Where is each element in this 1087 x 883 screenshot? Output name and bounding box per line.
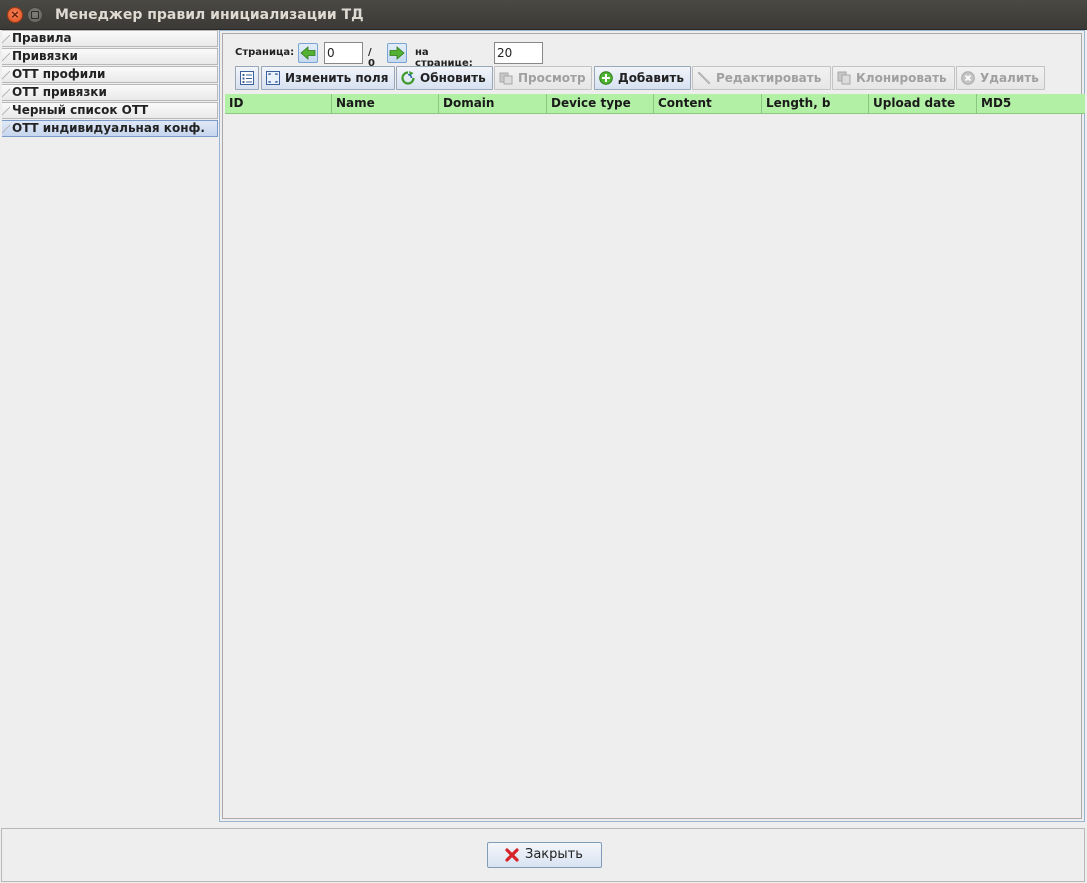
sidebar-item-label: ОТТ индивидуальная конф. [12, 121, 205, 135]
sidebar-item-label: ОТТ профили [12, 67, 106, 81]
next-page-button[interactable] [387, 43, 407, 63]
delete-button[interactable]: Удалить [956, 66, 1045, 90]
add-button[interactable]: Добавить [594, 66, 691, 90]
pencil-icon [697, 71, 711, 85]
column-header-content[interactable]: Content [654, 94, 762, 113]
sidebar: Правила Привязки ОТТ профили ОТТ привязк… [2, 30, 218, 823]
view-icon [499, 72, 513, 85]
table-header: ID Name Domain Device type Content Lengt… [225, 94, 1085, 114]
sidebar-item-label: Черный список ОТТ [12, 103, 149, 117]
page-label: Страница: [235, 47, 295, 58]
column-header-domain[interactable]: Domain [439, 94, 547, 113]
sidebar-item-ott-blacklist[interactable]: Черный список ОТТ [2, 102, 218, 119]
column-header-id[interactable]: ID [225, 94, 332, 113]
window-close-button[interactable]: × [7, 7, 23, 23]
main-panel: Страница: 0 / 0 на странице: 20 Изменить… [219, 30, 1085, 822]
view-button[interactable]: Просмотр [494, 66, 592, 90]
refresh-icon [401, 71, 415, 85]
per-page-input[interactable]: 20 [494, 42, 543, 64]
edit-fields-button[interactable]: Изменить поля [261, 66, 395, 90]
arrow-right-icon [389, 46, 405, 60]
refresh-label: Обновить [420, 71, 486, 85]
column-header-md5[interactable]: MD5 [977, 94, 1085, 113]
close-x-icon [505, 848, 519, 862]
column-header-device-type[interactable]: Device type [547, 94, 654, 113]
sidebar-item-bindings[interactable]: Привязки [2, 48, 218, 65]
sidebar-item-ott-bindings[interactable]: ОТТ привязки [2, 84, 218, 101]
sidebar-item-ott-profiles[interactable]: ОТТ профили [2, 66, 218, 83]
sidebar-item-rules[interactable]: Правила [2, 30, 218, 47]
add-label: Добавить [618, 71, 684, 85]
delete-label: Удалить [980, 71, 1039, 85]
main-panel-inner: Страница: 0 / 0 на странице: 20 Изменить… [222, 33, 1085, 819]
list-icon [240, 71, 254, 85]
fields-icon [266, 71, 280, 85]
add-icon [599, 71, 613, 85]
sidebar-item-label: Привязки [12, 49, 78, 63]
edit-label: Редактировать [716, 71, 822, 85]
close-button[interactable]: Закрыть [487, 842, 602, 868]
sidebar-item-label: ОТТ привязки [12, 85, 107, 99]
clone-icon [837, 71, 851, 85]
page-input[interactable]: 0 [324, 42, 363, 64]
column-header-name[interactable]: Name [332, 94, 439, 113]
window-title: Менеджер правил инициализации ТД [55, 7, 364, 23]
table-body [225, 114, 1085, 814]
arrow-left-icon [300, 46, 316, 60]
sidebar-item-ott-individual-config[interactable]: ОТТ индивидуальная конф. [2, 120, 218, 137]
title-bar: × Менеджер правил инициализации ТД [0, 0, 1087, 30]
refresh-button[interactable]: Обновить [396, 66, 493, 90]
window-maximize-button[interactable] [27, 7, 43, 23]
close-icon: × [10, 8, 20, 21]
prev-page-button[interactable] [298, 43, 318, 63]
delete-icon [961, 71, 975, 85]
close-label: Закрыть [525, 847, 583, 862]
footer: Закрыть [1, 828, 1085, 882]
view-label: Просмотр [518, 71, 586, 85]
maximize-icon [31, 11, 39, 19]
columns-list-button[interactable] [235, 66, 259, 90]
sidebar-item-label: Правила [12, 31, 72, 45]
edit-fields-label: Изменить поля [285, 71, 389, 85]
column-header-upload-date[interactable]: Upload date [869, 94, 977, 113]
edit-button[interactable]: Редактировать [692, 66, 831, 90]
clone-button[interactable]: Клонировать [832, 66, 955, 90]
column-header-length[interactable]: Length, b [762, 94, 869, 113]
clone-label: Клонировать [856, 71, 947, 85]
